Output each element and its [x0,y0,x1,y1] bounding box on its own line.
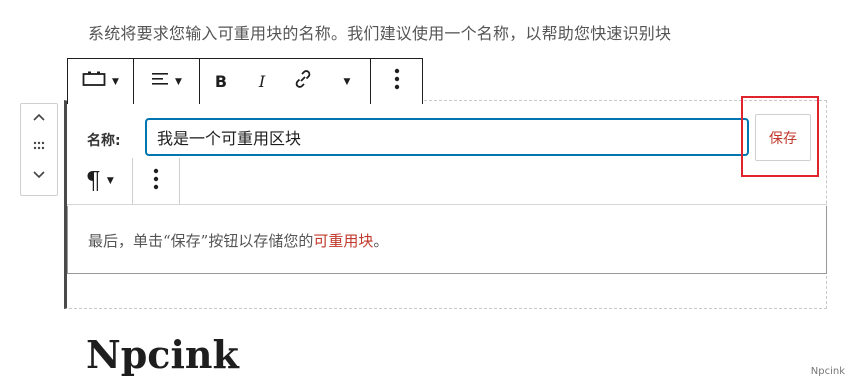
save-highlight-box: 保存 [741,96,819,177]
more-vertical-icon [394,68,400,95]
align-button[interactable]: ▼ [134,59,199,104]
watermark: Npcink [810,366,845,377]
divider [67,206,68,273]
italic-button[interactable]: I [242,59,282,104]
block-mover [20,103,58,196]
paragraph-more-button[interactable] [133,158,179,204]
paragraph-content[interactable]: 最后，单击“保存”按钮以存储您的可重用块。 [88,230,388,251]
chevron-down-icon: ▼ [106,176,114,186]
block-name-input[interactable] [145,118,749,156]
block-toolbar: ▼ ▼ B I ▼ [67,58,423,104]
block-type-button[interactable]: ▼ [68,59,133,104]
page-heading: Npcink [86,332,239,377]
format-group: B I ▼ [200,59,371,104]
drag-handle-icon[interactable] [21,139,57,155]
paragraph-toolbar: ¶ ▼ [67,158,180,205]
paragraph-type-button[interactable]: ¶ ▼ [67,158,134,204]
divider [67,273,827,274]
content-text: 最后，单击“保存”按钮以存储您的 [88,232,314,250]
bold-button[interactable]: B [200,59,242,104]
chevron-down-icon: ▼ [112,76,119,87]
chevron-down-icon[interactable] [21,168,57,184]
more-formats-button[interactable]: ▼ [324,59,370,104]
intro-text: 系统将要求您输入可重用块的名称。我们建议使用一个名称，以帮助您快速识别块 [88,24,672,43]
reusable-block-icon [82,71,106,92]
link-icon [293,69,313,94]
chevron-up-icon[interactable] [21,110,57,126]
align-left-icon [151,71,169,92]
paragraph-icon: ¶ [85,167,101,195]
divider [826,206,827,273]
reusable-name-row: 名称: [67,104,826,166]
more-options-button[interactable] [371,59,422,104]
align-group: ▼ [134,59,200,104]
content-text: 。 [373,232,389,250]
content-link[interactable]: 可重用块 [313,232,373,250]
link-button[interactable] [282,59,324,104]
block-type-group: ▼ [68,59,134,104]
chevron-down-icon: ▼ [175,76,182,87]
divider [67,204,827,205]
chevron-down-icon: ▼ [343,76,351,87]
name-label: 名称: [87,133,121,149]
more-vertical-icon [153,168,159,195]
options-group [371,59,422,104]
save-button[interactable]: 保存 [755,114,811,161]
